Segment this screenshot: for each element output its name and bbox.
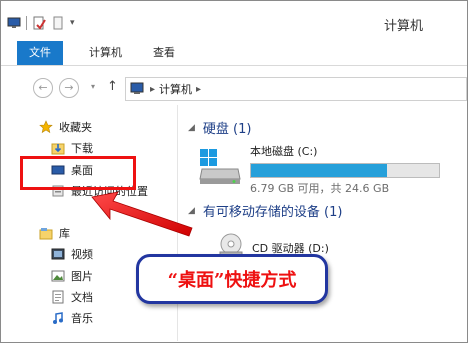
arrow-shape <box>91 191 193 237</box>
shortcut-callout: “桌面”快捷方式 <box>136 254 328 304</box>
callout-text: “桌面”快捷方式 <box>167 270 297 291</box>
